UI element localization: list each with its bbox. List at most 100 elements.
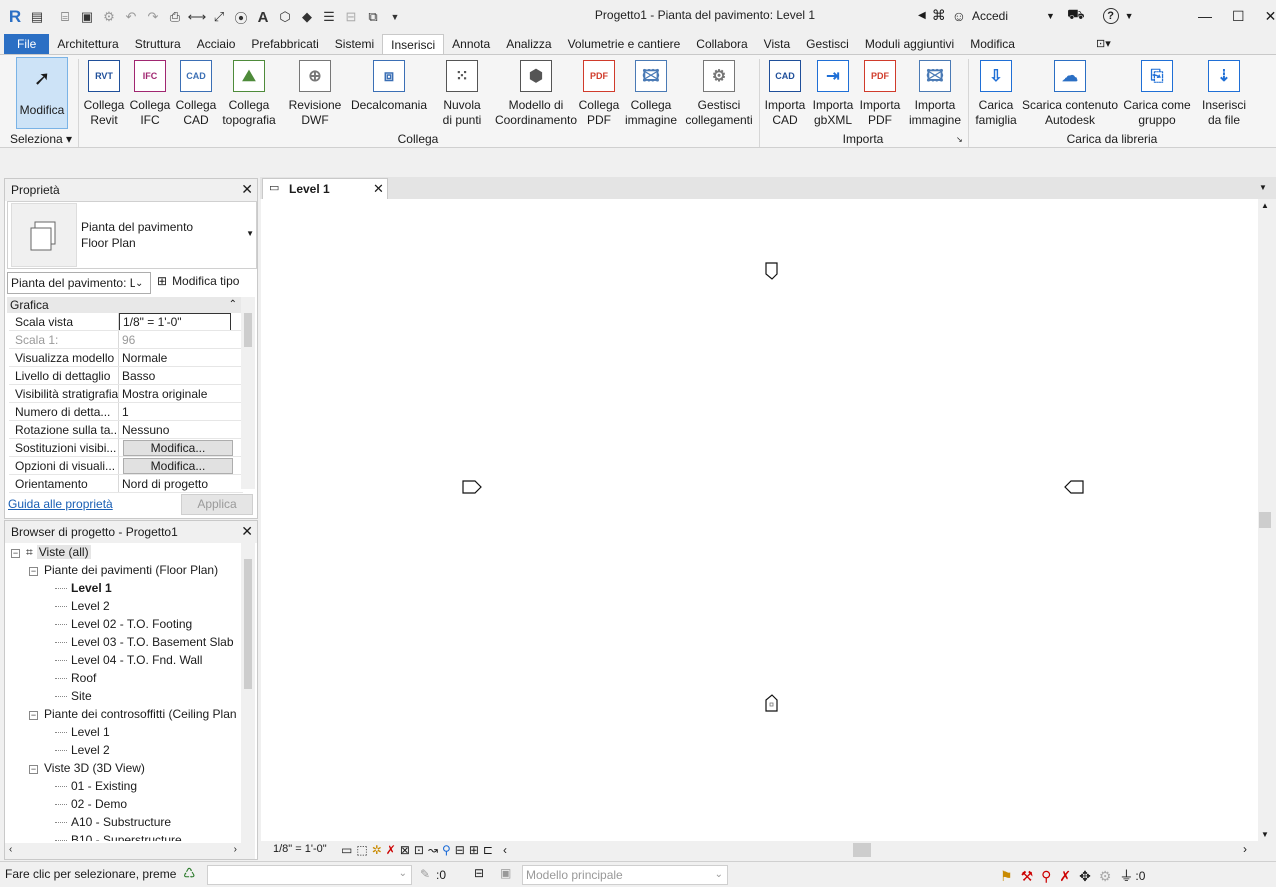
select-underlay-icon[interactable]: ⚒ — [1021, 868, 1034, 885]
property-row[interactable]: Scala 1: 96 — [9, 331, 243, 349]
measure-icon[interactable]: ⟷ — [186, 6, 208, 28]
close-view-tab-button[interactable]: ✕ — [373, 181, 384, 197]
section-graphics[interactable]: Grafica ⌃ — [7, 297, 241, 313]
type-selector[interactable]: Pianta del pavimento Floor Plan ▼ — [7, 201, 257, 269]
browser-vscroll[interactable] — [241, 543, 255, 843]
select-links-icon[interactable]: ⚑ — [1000, 868, 1013, 885]
tree-view-item[interactable]: Level 2 — [55, 741, 110, 759]
tab-collabora[interactable]: Collabora — [688, 34, 755, 54]
tree-view-item[interactable]: Level 04 - T.O. Fnd. Wall — [55, 651, 202, 669]
binoculars-icon[interactable]: ⌘ — [932, 7, 946, 24]
elevation-marker-west[interactable] — [461, 479, 483, 495]
edit-type-button[interactable]: ⊞ Modifica tipo — [157, 274, 239, 288]
section-icon[interactable]: ◆ — [296, 6, 318, 28]
ifc-link-button[interactable]: IFC Collega IFC — [127, 57, 173, 133]
property-value[interactable]: Nord di progetto — [122, 475, 243, 492]
text-icon[interactable]: A — [252, 6, 274, 28]
tree-view-item[interactable]: Level 02 - T.O. Footing — [55, 615, 192, 633]
home-icon[interactable]: ▤ — [26, 6, 48, 28]
scroll-right-icon[interactable]: › — [1243, 842, 1247, 856]
dwf-markup-button[interactable]: ⊕ Revisione DWF — [282, 57, 348, 133]
tag-icon[interactable]: ⦿ — [230, 6, 252, 28]
property-row[interactable]: Rotazione sulla ta... Nessuno — [9, 421, 243, 439]
coordination-model-button[interactable]: ⬢ Modello di Coordinamento — [495, 57, 577, 133]
tree-view-item[interactable]: Level 1 — [55, 723, 110, 741]
tab-sistemi[interactable]: Sistemi — [327, 34, 382, 54]
workset-icon[interactable]: ♺ — [183, 865, 196, 882]
property-value[interactable]: Normale — [122, 349, 243, 366]
switch-windows-icon[interactable]: ⧉ — [362, 6, 384, 28]
import-image-button[interactable]: 🖾 Importa immagine — [904, 57, 966, 133]
canvas-vscroll[interactable]: ▲ ▼ — [1258, 199, 1272, 841]
drag-elements-icon[interactable]: ✥ — [1079, 868, 1091, 885]
decal-button[interactable]: ⧈ Decalcomania — [348, 57, 430, 133]
tab-file[interactable]: File — [4, 34, 50, 54]
customize-qat-icon[interactable]: ▼ — [384, 6, 406, 28]
load-group-button[interactable]: ⎘ Carica come gruppo — [1122, 57, 1192, 133]
tab-architettura[interactable]: Architettura — [49, 34, 126, 54]
property-value[interactable]: 1/8" = 1'-0" — [119, 313, 231, 330]
elevation-marker-north[interactable] — [764, 261, 780, 281]
close-window-button[interactable]: ✕ — [1265, 8, 1276, 25]
close-hidden-icon[interactable]: ⊟ — [340, 6, 362, 28]
property-row[interactable]: Visibilità stratigrafia Mostra originale — [9, 385, 243, 403]
modify-button[interactable]: ➚ Modifica — [16, 57, 68, 129]
aligned-dimension-icon[interactable]: ⤢ — [208, 6, 230, 28]
tab-annota[interactable]: Annota — [444, 34, 498, 54]
unlock-3d-icon[interactable]: ↝ — [428, 843, 438, 857]
edit-button[interactable]: Modifica... — [123, 440, 233, 456]
3d-view-icon[interactable]: ⬡ — [274, 6, 296, 28]
tree-group[interactable]: − Piante dei controsoffitti (Ceiling Plan — [29, 705, 237, 723]
properties-help-link[interactable]: Guida alle proprietà — [8, 497, 113, 511]
view-scale[interactable]: 1/8" = 1'-0" — [273, 843, 327, 855]
property-value[interactable]: Nessuno — [122, 421, 243, 438]
autodesk-content-button[interactable]: ☁ Scarica contenuto Autodesk — [1020, 57, 1120, 133]
tree-view-item[interactable]: Level 03 - T.O. Basement Slab — [55, 633, 234, 651]
cart-icon[interactable]: ⛟ — [1067, 6, 1085, 25]
tree-view-item[interactable]: Roof — [55, 669, 96, 687]
property-row[interactable]: Sostituzioni visibi... Modifica... — [9, 439, 243, 457]
tab-struttura[interactable]: Struttura — [127, 34, 189, 54]
select-by-face-icon[interactable]: ✗ — [1059, 868, 1071, 885]
shadows-icon[interactable]: ✗ — [386, 843, 396, 857]
workset-select[interactable]: ⌄ — [207, 865, 412, 885]
property-row[interactable]: Orientamento Nord di progetto — [9, 475, 243, 493]
thin-lines-icon[interactable]: ☰ — [318, 6, 340, 28]
tab-inserisci[interactable]: Inserisci — [382, 34, 445, 54]
sign-in-dropdown-icon[interactable]: ▼ — [1046, 11, 1055, 21]
background-processes-icon[interactable]: ⚙ — [1099, 868, 1112, 885]
sync-icon[interactable]: ⚙ — [98, 6, 120, 28]
tree-view-item[interactable]: 02 - Demo — [55, 795, 127, 813]
import-cad-button[interactable]: CAD Importa CAD — [762, 57, 808, 133]
help-dropdown-icon[interactable]: ▼ — [1125, 11, 1134, 21]
tree-view-item[interactable]: B10 - Superstructure — [55, 831, 182, 841]
tree-view-item[interactable]: Level 1 — [55, 579, 112, 597]
maximize-button[interactable]: ☐ — [1232, 8, 1245, 25]
close-properties-button[interactable]: ✕ — [241, 182, 253, 196]
properties-scrollbar[interactable] — [241, 297, 255, 489]
collapse-toggle-icon[interactable]: − — [11, 549, 20, 558]
scroll-left-icon[interactable]: ‹ — [503, 843, 507, 857]
elevation-marker-south[interactable] — [764, 693, 780, 713]
type-dropdown-icon[interactable]: ▼ — [246, 229, 254, 238]
property-row[interactable]: Opzioni di visuali... Modifica... — [9, 457, 243, 475]
help-icon[interactable]: ? — [1102, 7, 1119, 24]
design-option-select[interactable]: Modello principale ⌄ — [522, 865, 728, 885]
tab-prefabbricati[interactable]: Prefabbricati — [243, 34, 326, 54]
image-link-button[interactable]: 🖾 Collega immagine — [623, 57, 679, 133]
collapse-toggle-icon[interactable]: − — [29, 711, 38, 720]
detail-level-icon[interactable]: ▭ — [341, 843, 352, 857]
temporary-hide-icon[interactable]: ⚲ — [442, 843, 451, 857]
collapse-toggle-icon[interactable]: − — [29, 567, 38, 576]
tree-view-item[interactable]: Site — [55, 687, 92, 705]
nav-left-icon[interactable]: ◀ — [918, 10, 926, 21]
property-row[interactable]: Scala vista 1/8" = 1'-0" — [9, 313, 243, 331]
property-value[interactable]: Mostra originale — [122, 385, 243, 402]
view-tab-level-1[interactable]: ▭ Level 1 ✕ — [262, 178, 388, 199]
tree-root-views[interactable]: − ⌗ Viste (all) — [11, 543, 91, 561]
ribbon-options-icon[interactable]: ⊡▾ — [1096, 37, 1111, 50]
instance-filter-select[interactable]: Pianta del pavimento: L ⌄ — [7, 272, 151, 294]
highlight-displacement-icon[interactable]: ⊏ — [483, 843, 493, 857]
property-row[interactable]: Livello di dettaglio Basso — [9, 367, 243, 385]
main-model-icon[interactable]: ▣ — [500, 866, 511, 880]
